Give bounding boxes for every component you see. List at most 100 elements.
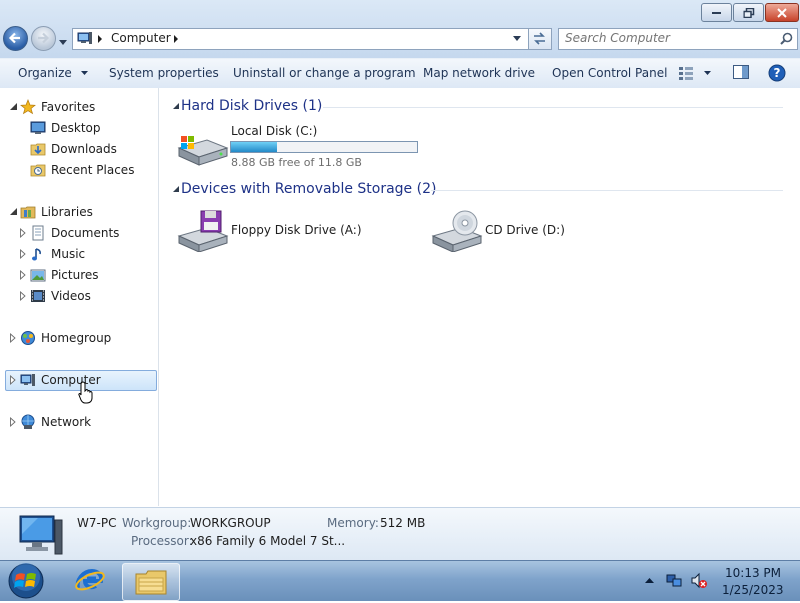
nav-network[interactable]: Network bbox=[0, 412, 158, 432]
breadcrumb-computer[interactable]: Computer bbox=[111, 31, 171, 45]
taskbar: 10:13 PM 1/25/2023 bbox=[0, 560, 800, 601]
nav-pictures[interactable]: Pictures bbox=[0, 265, 158, 285]
back-button[interactable] bbox=[3, 26, 28, 51]
breadcrumb-arrow-icon[interactable] bbox=[174, 35, 179, 43]
clock-time[interactable]: 10:13 PM bbox=[725, 566, 781, 580]
disk-usage-bar bbox=[230, 141, 418, 153]
nav-downloads-label: Downloads bbox=[51, 142, 117, 156]
help-button[interactable]: ? bbox=[768, 64, 786, 85]
map-network-drive-button[interactable]: Map network drive bbox=[423, 66, 535, 80]
local-disk-label: Local Disk (C:) bbox=[231, 124, 318, 138]
nav-documents-label: Documents bbox=[51, 226, 120, 240]
forward-button[interactable] bbox=[31, 26, 56, 51]
group-divider bbox=[431, 190, 783, 191]
search-icon[interactable] bbox=[780, 32, 793, 45]
group-hard-disk-drives[interactable]: Hard Disk Drives (1) bbox=[173, 96, 783, 118]
collapsed-arrow-icon[interactable] bbox=[20, 291, 28, 301]
refresh-icon bbox=[534, 32, 545, 45]
command-bar: Organize System properties Uninstall or … bbox=[0, 58, 800, 89]
chevron-down-icon bbox=[80, 71, 88, 75]
forward-arrow-icon bbox=[38, 32, 50, 44]
floppy-drive-icon bbox=[177, 210, 229, 252]
removable-header: Devices with Removable Storage (2) bbox=[181, 181, 437, 197]
group-collapse-icon[interactable] bbox=[173, 103, 180, 110]
open-control-panel-button[interactable]: Open Control Panel bbox=[552, 66, 667, 80]
minimize-icon bbox=[711, 11, 721, 14]
internet-explorer-icon bbox=[75, 568, 105, 591]
collapsed-arrow-icon[interactable] bbox=[10, 375, 18, 385]
minimize-button[interactable] bbox=[701, 3, 732, 22]
collapsed-arrow-icon[interactable] bbox=[20, 270, 28, 280]
nav-recent-places-label: Recent Places bbox=[51, 163, 135, 177]
recent-pages-button[interactable] bbox=[59, 35, 68, 49]
nav-homegroup-label: Homegroup bbox=[41, 331, 112, 345]
drive-local-disk-c[interactable]: Local Disk (C:) 8.88 GB free of 11.8 GB bbox=[173, 122, 443, 169]
collapsed-arrow-icon[interactable] bbox=[10, 333, 18, 343]
computer-icon bbox=[77, 32, 92, 44]
windows-explorer-task[interactable] bbox=[122, 563, 180, 601]
organize-button[interactable]: Organize bbox=[18, 66, 89, 80]
nav-homegroup[interactable]: Homegroup bbox=[0, 328, 158, 348]
libraries-icon bbox=[20, 206, 36, 219]
nav-music[interactable]: Music bbox=[0, 244, 158, 264]
collapsed-arrow-icon[interactable] bbox=[20, 228, 28, 238]
hand-cursor-icon bbox=[78, 381, 93, 404]
nav-downloads[interactable]: Downloads bbox=[0, 139, 158, 159]
svg-text:?: ? bbox=[774, 66, 781, 80]
nav-favorites-label: Favorites bbox=[41, 100, 96, 114]
windows-start-orb-icon bbox=[8, 563, 44, 599]
restore-icon bbox=[743, 7, 754, 18]
floppy-drive-label: Floppy Disk Drive (A:) bbox=[231, 223, 362, 237]
address-bar[interactable]: Computer bbox=[72, 28, 529, 50]
change-view-button[interactable] bbox=[678, 66, 714, 81]
drive-cd-d[interactable]: CD Drive (D:) bbox=[427, 206, 607, 254]
hard-drive-windows-icon bbox=[177, 136, 229, 166]
network-status-icon[interactable] bbox=[666, 573, 682, 589]
documents-icon bbox=[32, 225, 44, 241]
refresh-button[interactable] bbox=[528, 28, 552, 50]
search-input[interactable] bbox=[565, 31, 770, 45]
nav-documents[interactable]: Documents bbox=[0, 223, 158, 243]
memory-key: Memory: bbox=[327, 516, 379, 530]
workgroup-key: Workgroup: bbox=[122, 516, 192, 530]
pc-name: W7-PC bbox=[77, 516, 117, 530]
address-history-dropdown-icon[interactable] bbox=[513, 36, 522, 42]
nav-libraries-label: Libraries bbox=[41, 205, 93, 219]
clock-date[interactable]: 1/25/2023 bbox=[722, 583, 784, 597]
nav-videos[interactable]: Videos bbox=[0, 286, 158, 306]
nav-music-label: Music bbox=[51, 247, 86, 261]
system-properties-button[interactable]: System properties bbox=[109, 66, 219, 80]
collapsed-arrow-icon[interactable] bbox=[20, 249, 28, 259]
show-hidden-icons-icon[interactable] bbox=[645, 578, 654, 584]
favorites-star-icon bbox=[20, 99, 36, 115]
start-button[interactable] bbox=[3, 562, 49, 600]
content-pane: Hard Disk Drives (1) Local Disk (C:) 8.8… bbox=[159, 88, 800, 506]
drive-floppy-a[interactable]: Floppy Disk Drive (A:) bbox=[173, 206, 403, 254]
local-disk-free-space: 8.88 GB free of 11.8 GB bbox=[231, 156, 362, 169]
recent-places-icon bbox=[30, 164, 46, 177]
group-collapse-icon[interactable] bbox=[173, 186, 180, 193]
internet-explorer-task[interactable] bbox=[62, 563, 118, 599]
chevron-down-icon bbox=[704, 71, 711, 75]
nav-favorites[interactable]: Favorites bbox=[0, 97, 158, 117]
nav-desktop[interactable]: Desktop bbox=[0, 118, 158, 138]
help-icon: ? bbox=[768, 64, 786, 82]
preview-pane-icon bbox=[733, 65, 749, 79]
group-removable-storage[interactable]: Devices with Removable Storage (2) bbox=[173, 179, 783, 201]
back-arrow-icon bbox=[8, 32, 20, 44]
volume-muted-icon[interactable] bbox=[690, 572, 708, 590]
preview-pane-button[interactable] bbox=[733, 65, 749, 83]
restore-button[interactable] bbox=[733, 3, 764, 22]
collapsed-arrow-icon[interactable] bbox=[10, 417, 18, 427]
search-box[interactable] bbox=[558, 28, 798, 50]
nav-libraries[interactable]: Libraries bbox=[0, 202, 158, 222]
nav-recent-places[interactable]: Recent Places bbox=[0, 160, 158, 180]
nav-desktop-label: Desktop bbox=[51, 121, 101, 135]
close-button[interactable] bbox=[765, 3, 799, 22]
homegroup-icon bbox=[21, 331, 35, 345]
expanded-arrow-icon[interactable] bbox=[10, 207, 18, 217]
uninstall-program-button[interactable]: Uninstall or change a program bbox=[233, 66, 416, 80]
expanded-arrow-icon[interactable] bbox=[10, 102, 18, 112]
nav-network-label: Network bbox=[41, 415, 92, 429]
processor-key: Processor: bbox=[131, 534, 193, 548]
